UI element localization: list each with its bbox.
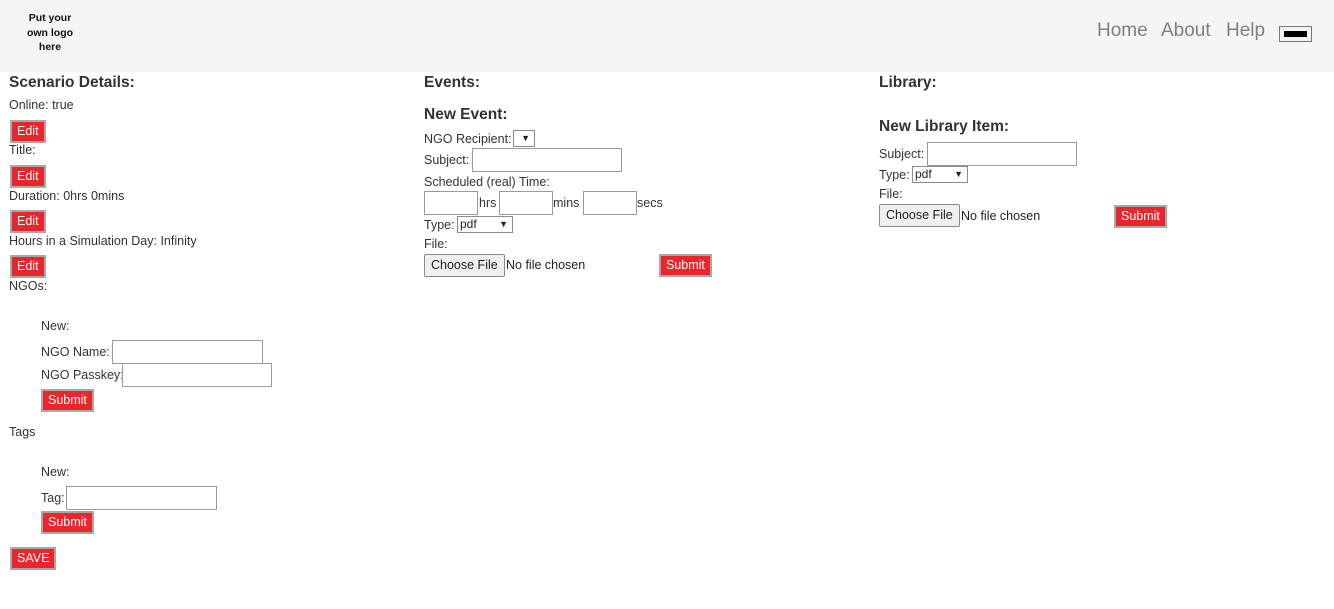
top-bar: Put your own logo here Home About Help bbox=[0, 0, 1334, 72]
hours-unit: hrs bbox=[479, 196, 497, 210]
event-no-file-text: No file chosen bbox=[506, 258, 586, 272]
library-type-select[interactable]: pdf ▼ bbox=[912, 166, 968, 183]
new-library-item-heading: New Library Item: bbox=[879, 118, 1010, 135]
library-type-label: Type: bbox=[879, 168, 910, 182]
ngo-passkey-label: NGO Passkey: bbox=[41, 368, 124, 382]
seconds-unit: secs bbox=[637, 196, 663, 210]
event-choose-file-button[interactable]: Choose File bbox=[424, 254, 505, 277]
tag-input[interactable] bbox=[66, 486, 217, 510]
logo: Put your own logo here bbox=[26, 12, 74, 53]
library-subject-input[interactable] bbox=[927, 142, 1077, 166]
nav-help-link[interactable]: Help bbox=[1226, 20, 1265, 42]
tags-label: Tags bbox=[9, 425, 36, 439]
ngo-recipient-label: NGO Recipient: bbox=[424, 132, 512, 146]
events-heading: Events: bbox=[424, 74, 480, 91]
event-type-value: pdf bbox=[460, 217, 477, 231]
edit-title-button[interactable]: Edit bbox=[10, 165, 46, 188]
event-file-label: File: bbox=[424, 237, 448, 251]
scenario-online: Online: true bbox=[9, 98, 74, 112]
library-submit-button[interactable]: Submit bbox=[1114, 205, 1167, 228]
ngo-passkey-input[interactable] bbox=[122, 363, 272, 387]
tag-new-label: New: bbox=[41, 465, 70, 479]
scheduled-time-label: Scheduled (real) Time: bbox=[424, 175, 550, 189]
ngo-submit-button[interactable]: Submit bbox=[41, 389, 94, 412]
ngo-name-input[interactable] bbox=[112, 340, 263, 364]
library-type-value: pdf bbox=[915, 167, 932, 181]
event-type-label: Type: bbox=[424, 218, 455, 232]
library-subject-label: Subject: bbox=[879, 147, 925, 161]
event-submit-button[interactable]: Submit bbox=[659, 254, 712, 277]
scenario-title: Title: bbox=[9, 143, 36, 157]
tag-label: Tag: bbox=[41, 491, 65, 505]
ngo-new-label: New: bbox=[41, 319, 70, 333]
minutes-input[interactable] bbox=[499, 191, 553, 215]
chevron-down-icon: ▼ bbox=[521, 133, 530, 143]
nav-about-link[interactable]: About bbox=[1161, 20, 1211, 42]
seconds-input[interactable] bbox=[583, 191, 637, 215]
minutes-unit: mins bbox=[553, 196, 580, 210]
scenario-duration: Duration: 0hrs 0mins bbox=[9, 189, 125, 203]
hours-input[interactable] bbox=[424, 191, 478, 215]
event-type-select[interactable]: pdf ▼ bbox=[457, 216, 513, 233]
chevron-down-icon: ▼ bbox=[954, 169, 963, 179]
event-subject-label: Subject: bbox=[424, 153, 470, 167]
new-event-heading: New Event: bbox=[424, 106, 508, 123]
tag-submit-button[interactable]: Submit bbox=[41, 511, 94, 534]
edit-online-button[interactable]: Edit bbox=[10, 120, 46, 143]
ngos-label: NGOs: bbox=[9, 279, 48, 293]
chevron-down-icon: ▼ bbox=[499, 219, 508, 229]
nav-home-link[interactable]: Home bbox=[1097, 20, 1148, 42]
menu-toggle-button[interactable] bbox=[1279, 26, 1312, 42]
library-no-file-text: No file chosen bbox=[961, 209, 1041, 223]
event-subject-input[interactable] bbox=[472, 148, 622, 172]
library-heading: Library: bbox=[879, 74, 937, 91]
edit-hours-button[interactable]: Edit bbox=[10, 255, 46, 278]
ngo-recipient-select[interactable]: ▼ bbox=[513, 130, 535, 147]
library-file-label: File: bbox=[879, 187, 903, 201]
scenario-heading: Scenario Details: bbox=[9, 74, 135, 91]
ngo-name-label: NGO Name: bbox=[41, 345, 110, 359]
save-button[interactable]: SAVE bbox=[10, 547, 57, 570]
library-choose-file-button[interactable]: Choose File bbox=[879, 204, 960, 227]
edit-duration-button[interactable]: Edit bbox=[10, 210, 46, 233]
scenario-hours-per-day: Hours in a Simulation Day: Infinity bbox=[9, 234, 197, 248]
